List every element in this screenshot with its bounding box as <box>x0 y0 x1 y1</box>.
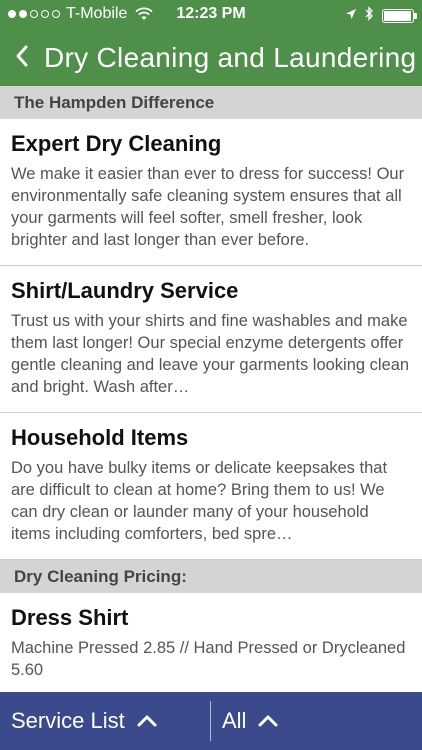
service-list-button[interactable]: Service List <box>0 692 210 750</box>
bluetooth-icon <box>365 6 374 26</box>
location-arrow-icon <box>345 7 357 25</box>
item-title: Shirt/Laundry Service <box>11 278 239 303</box>
chevron-left-icon <box>15 44 29 73</box>
back-button[interactable] <box>0 30 44 86</box>
list-item[interactable]: Dress Shirt Machine Pressed 2.85 // Hand… <box>0 593 422 692</box>
status-bar: T-Mobile 12:23 PM <box>0 0 422 30</box>
service-list[interactable]: The Hampden Difference Expert Dry Cleani… <box>0 86 422 692</box>
bottom-toolbar: Service List All <box>0 692 422 750</box>
item-title: Dress Shirt <box>11 605 129 630</box>
filter-all-button[interactable]: All <box>211 692 278 750</box>
status-right <box>345 6 417 26</box>
item-title: Expert Dry Cleaning <box>11 131 222 156</box>
navigation-bar: Dry Cleaning and Laundering <box>0 30 422 86</box>
list-item[interactable]: Expert Dry Cleaning We make it easier th… <box>0 119 422 266</box>
filter-label: All <box>222 708 247 733</box>
service-list-label: Service List <box>11 708 125 733</box>
item-description: Do you have bulky items or delicate keep… <box>11 459 388 543</box>
section-header: The Hampden Difference <box>0 86 422 119</box>
page-title: Dry Cleaning and Laundering <box>44 42 417 73</box>
chevron-up-icon <box>258 715 278 727</box>
item-description: Machine Pressed 2.85 // Hand Pressed or … <box>11 639 406 679</box>
item-title: Household Items <box>11 425 189 450</box>
chevron-up-icon <box>137 715 157 727</box>
battery-icon <box>382 9 417 23</box>
item-description: Trust us with your shirts and fine washa… <box>11 312 410 396</box>
list-item[interactable]: Shirt/Laundry Service Trust us with your… <box>0 266 422 413</box>
section-header: Dry Cleaning Pricing: <box>0 560 422 593</box>
list-item[interactable]: Household Items Do you have bulky items … <box>0 413 422 560</box>
item-description: We make it easier than ever to dress for… <box>11 165 405 249</box>
